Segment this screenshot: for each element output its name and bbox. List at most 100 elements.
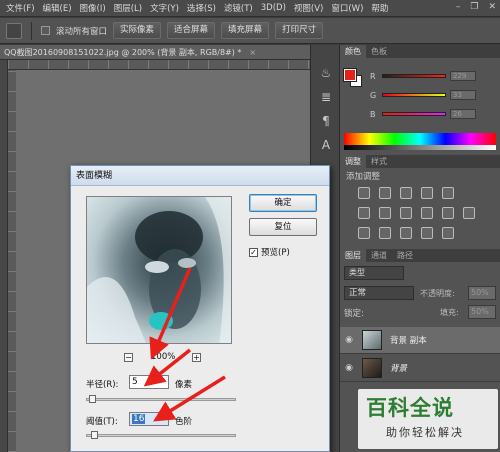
blue-slider-row: B 26	[370, 109, 485, 119]
selective-color-icon[interactable]	[442, 227, 454, 239]
reset-button[interactable]: 复位	[249, 218, 317, 236]
fill-input[interactable]: 50%	[468, 305, 496, 319]
gradient-map-icon[interactable]	[421, 227, 433, 239]
fill-screen-button[interactable]: 填充屏幕	[221, 22, 270, 39]
layer-row-background[interactable]: ◉ 背景	[340, 355, 500, 382]
threshold-value: 16	[132, 414, 146, 424]
tab-channels[interactable]: 通道	[366, 249, 392, 262]
black-white-icon[interactable]	[400, 207, 412, 219]
watermark-title: 百科全说	[366, 396, 454, 420]
tab-color[interactable]: 颜色	[340, 45, 366, 58]
character-icon[interactable]: A	[318, 137, 334, 153]
tab-adjustments[interactable]: 调整	[340, 155, 366, 168]
red-label: R	[370, 71, 376, 81]
visibility-eye-icon[interactable]: ◉	[340, 335, 358, 345]
threshold-unit: 色阶	[175, 417, 193, 427]
zoom-value: 100%	[151, 352, 176, 362]
fill-label: 填充:	[440, 308, 459, 317]
levels-icon[interactable]	[379, 187, 391, 199]
radius-slider[interactable]	[86, 395, 236, 403]
layers-panel-tabs: 图层 通道 路径	[340, 249, 500, 262]
photo-filter-icon[interactable]	[421, 207, 433, 219]
brightness-icon[interactable]	[358, 187, 370, 199]
properties-icon[interactable]: ≣	[318, 89, 334, 105]
document-tab[interactable]: QQ截图20160908151022.jpg @ 200% (背景 副本, RG…	[0, 45, 310, 60]
tab-layers[interactable]: 图层	[340, 249, 366, 262]
brush-presets-icon[interactable]: ¶	[318, 113, 334, 129]
posterize-icon[interactable]	[379, 227, 391, 239]
invert-icon[interactable]	[358, 227, 370, 239]
layer-thumbnail	[362, 330, 382, 350]
opacity-label: 不透明度:	[420, 289, 455, 298]
fit-screen-button[interactable]: 适合屏幕	[167, 22, 216, 39]
watermark-logo: 百科全说 助你轻松解决	[358, 389, 498, 449]
radius-label: 半径(R):	[86, 380, 119, 390]
preview-checkbox[interactable]: ✓	[249, 247, 258, 257]
visibility-eye-icon[interactable]: ◉	[340, 363, 358, 373]
radius-slider-knob[interactable]	[89, 395, 96, 403]
threshold-input[interactable]: 16	[129, 412, 169, 426]
preview-checkbox-row[interactable]: ✓ 预览(P)	[249, 246, 290, 258]
zoom-in-button[interactable]: +	[192, 353, 201, 362]
window-controls: – ❐ ✕	[456, 2, 496, 12]
threshold-slider-knob[interactable]	[91, 431, 98, 439]
radius-unit: 像素	[175, 380, 193, 390]
menu-file[interactable]: 文件(F)	[2, 2, 39, 14]
menu-edit[interactable]: 编辑(E)	[39, 2, 76, 14]
close-tab-icon[interactable]: ×	[249, 48, 256, 57]
red-value[interactable]: 229	[450, 71, 476, 81]
menu-layer[interactable]: 图层(L)	[110, 2, 146, 14]
menu-image[interactable]: 图像(I)	[76, 2, 110, 14]
vibrance-icon[interactable]	[442, 187, 454, 199]
actual-pixels-button[interactable]: 实际像素	[113, 22, 162, 39]
green-slider-row: G 33	[370, 90, 485, 100]
zoom-tool-icon[interactable]	[6, 22, 22, 39]
menu-window[interactable]: 窗口(W)	[327, 2, 367, 14]
menu-bar: 文件(F) 编辑(E) 图像(I) 图层(L) 文字(Y) 选择(S) 滤镜(T…	[0, 0, 500, 17]
print-size-button[interactable]: 打印尺寸	[275, 22, 324, 39]
foreground-color-swatch[interactable]	[343, 68, 357, 82]
tab-swatches[interactable]: 色板	[366, 45, 392, 58]
exposure-icon[interactable]	[421, 187, 433, 199]
threshold-slider[interactable]	[86, 431, 236, 439]
layer-row-background-copy[interactable]: ◉ 背景 副本	[340, 327, 500, 354]
tab-styles[interactable]: 样式	[366, 155, 392, 168]
ok-button[interactable]: 确定	[249, 194, 317, 212]
history-icon[interactable]: ♨	[318, 65, 334, 81]
radius-input[interactable]: 5	[129, 375, 169, 389]
blue-label: B	[370, 109, 376, 119]
blue-slider[interactable]	[382, 112, 446, 116]
layer-kind-filter[interactable]: 类型	[344, 266, 404, 280]
threshold-icon[interactable]	[400, 227, 412, 239]
kind-filter-label: 类型	[349, 268, 365, 277]
menu-filter[interactable]: 滤镜(T)	[220, 2, 257, 14]
restore-icon[interactable]: ❐	[470, 2, 478, 12]
channel-mixer-icon[interactable]	[442, 207, 454, 219]
preview-zoom-row: − 100% +	[86, 352, 232, 364]
adjust-row-2	[358, 207, 475, 219]
menu-help[interactable]: 帮助	[367, 2, 392, 14]
green-value[interactable]: 33	[450, 90, 476, 100]
tab-paths[interactable]: 路径	[392, 249, 418, 262]
adjust-panel-tabs: 调整 样式	[340, 155, 500, 168]
hue-saturation-icon[interactable]	[358, 207, 370, 219]
red-slider[interactable]	[382, 74, 446, 78]
blend-mode-select[interactable]: 正常	[344, 286, 414, 300]
scroll-all-checkbox[interactable]	[41, 26, 50, 35]
blue-value[interactable]: 26	[450, 109, 476, 119]
menu-type[interactable]: 文字(Y)	[146, 2, 183, 14]
menu-3d[interactable]: 3D(D)	[257, 3, 290, 13]
menu-select[interactable]: 选择(S)	[183, 2, 220, 14]
dialog-title: 表面模糊	[71, 166, 329, 186]
opacity-input[interactable]: 50%	[468, 286, 496, 300]
curves-icon[interactable]	[400, 187, 412, 199]
menu-view[interactable]: 视图(V)	[290, 2, 327, 14]
filter-preview-image[interactable]	[86, 196, 232, 344]
color-spectrum[interactable]	[344, 133, 496, 150]
minimize-icon[interactable]: –	[456, 2, 461, 12]
zoom-out-button[interactable]: −	[124, 353, 133, 362]
color-lookup-icon[interactable]	[463, 207, 475, 219]
green-slider[interactable]	[382, 93, 446, 97]
color-balance-icon[interactable]	[379, 207, 391, 219]
close-window-icon[interactable]: ✕	[488, 2, 496, 12]
